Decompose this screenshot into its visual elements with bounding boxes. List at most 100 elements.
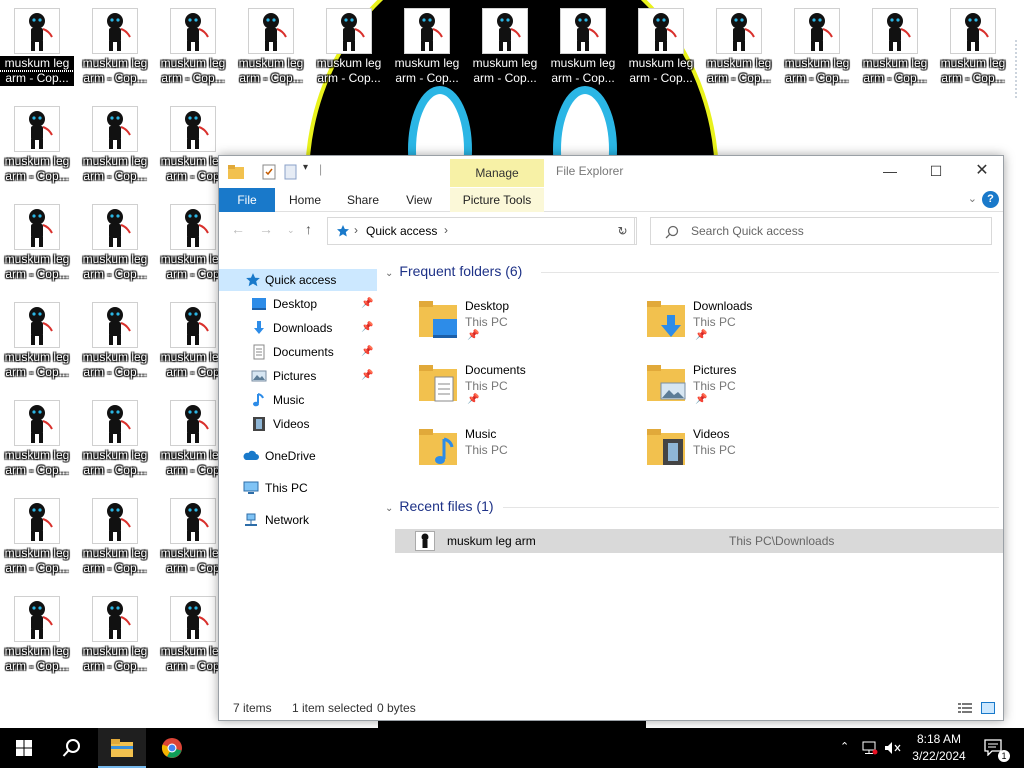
desktop-shortcut-icon[interactable]: muskum leg arm - Cop... (702, 4, 776, 96)
volume-muted-icon[interactable] (884, 741, 902, 755)
shortcut-label-line1: muskum leg (160, 56, 226, 70)
desktop-shortcut-icon[interactable]: muskum leg arm - Cop... (0, 298, 74, 390)
image-thumbnail-icon (14, 106, 60, 152)
sidebar-item-videos[interactable]: Videos (219, 413, 377, 435)
sidebar-item-music[interactable]: Music (219, 389, 377, 411)
desktop-shortcut-icon[interactable]: muskum leg arm - Cop... (468, 4, 542, 96)
desktop-shortcut-icon[interactable]: muskum leg arm - Cop... (156, 4, 230, 96)
tab-picture-tools[interactable]: Picture Tools (450, 188, 544, 212)
desktop-shortcut-icon[interactable]: muskum leg arm - Cop... (78, 200, 152, 292)
sidebar-item-documents[interactable]: Documents 📌 (219, 341, 377, 363)
taskbar-file-explorer-button[interactable] (98, 728, 146, 768)
sidebar-item-pictures[interactable]: Pictures 📌 (219, 365, 377, 387)
shortcut-label-line2: arm - Cop... (629, 71, 693, 85)
desktop-shortcut-icon[interactable]: muskum leg arm - Cop... (0, 102, 74, 194)
back-arrow-icon[interactable]: ← (231, 221, 245, 237)
shortcut-label-line2: arm - Cop... (83, 71, 147, 85)
image-thumbnail-icon (415, 531, 435, 551)
folder-tile-pictures[interactable]: Pictures This PC 📌 (645, 361, 865, 417)
folder-location: This PC (693, 315, 736, 329)
qat-separator: | (319, 162, 323, 176)
desktop-shortcut-icon[interactable]: muskum leg arm - Cop... (78, 298, 152, 390)
expand-ribbon-chevron-icon[interactable]: ⌄ (968, 192, 977, 205)
desktop-shortcut-icon[interactable]: muskum leg arm - Cop... (0, 4, 75, 96)
pin-icon: 📌 (361, 346, 374, 357)
new-folder-icon[interactable] (282, 163, 300, 181)
folder-tile-downloads[interactable]: Downloads This PC 📌 (645, 297, 865, 353)
folder-tile-documents[interactable]: Documents This PC 📌 (417, 361, 637, 417)
up-arrow-icon[interactable]: ↑ (305, 221, 312, 237)
sidebar-item-network[interactable]: Network (219, 509, 377, 531)
help-button[interactable]: ? (982, 191, 999, 208)
forward-arrow-icon[interactable]: → (259, 221, 273, 237)
recent-files-header[interactable]: ⌄ Recent files (1) (385, 498, 494, 514)
folder-icon (647, 365, 686, 401)
breadcrumb-separator-icon[interactable]: › (444, 223, 448, 237)
show-hidden-icons-chevron-icon[interactable]: ⌃ (840, 740, 849, 753)
desktop-shortcut-icon[interactable]: muskum leg arm - Cop... (0, 592, 74, 684)
tab-view[interactable]: View (397, 188, 441, 212)
large-icons-view-icon[interactable] (981, 701, 995, 715)
desktop-shortcut-icon[interactable]: muskum leg arm - Cop... (78, 4, 152, 96)
shortcut-label-line2: arm - Cop... (785, 71, 849, 85)
shortcut-label-line2: arm - Cop... (551, 71, 615, 85)
address-bar[interactable]: › Quick access › ⌄ (327, 217, 635, 245)
frequent-folders-header[interactable]: ⌄ Frequent folders (6) (385, 263, 522, 279)
close-button[interactable]: ✕ (959, 156, 1005, 186)
sidebar-item-desktop[interactable]: Desktop 📌 (219, 293, 377, 315)
desktop-shortcut-icon[interactable]: muskum leg arm - Cop... (0, 396, 74, 488)
desktop-shortcut-icon[interactable]: muskum leg arm - Cop... (0, 494, 74, 586)
sidebar-item-downloads[interactable]: Downloads 📌 (219, 317, 377, 339)
desktop-shortcut-icon[interactable]: muskum leg arm - Cop... (78, 494, 152, 586)
desktop-shortcut-icon[interactable]: muskum leg arm - Cop... (624, 4, 698, 96)
properties-icon[interactable] (260, 163, 278, 181)
sidebar-item-label: Desktop (273, 297, 318, 311)
taskbar-chrome-button[interactable] (148, 728, 196, 768)
title-bar[interactable]: ▾ | Manage File Explorer — ☐ ✕ (219, 156, 1003, 188)
address-path[interactable]: Quick access (366, 224, 437, 238)
refresh-button[interactable]: ↻ (609, 217, 637, 245)
folder-tile-desktop[interactable]: Desktop This PC 📌 (417, 297, 637, 353)
folder-icon (228, 165, 244, 179)
minimize-button[interactable]: — (867, 156, 913, 186)
tab-manage[interactable]: Manage (450, 159, 544, 187)
desktop-shortcut-icon[interactable]: muskum leg arm - Cop... (78, 102, 152, 194)
network-status-icon[interactable] (862, 741, 878, 755)
sidebar-item-onedrive[interactable]: OneDrive (219, 445, 377, 467)
desktop-shortcut-icon[interactable]: muskum leg arm - Cop... (78, 396, 152, 488)
search-input[interactable]: Search Quick access (650, 217, 992, 245)
image-thumbnail-icon (14, 596, 60, 642)
desktop-shortcut-icon[interactable]: muskum leg arm - Cop... (0, 200, 74, 292)
desktop-shortcut-icon[interactable]: muskum leg arm - Cop... (858, 4, 932, 96)
desktop-shortcut-icon[interactable]: muskum leg arm - Cop... (546, 4, 620, 96)
pin-icon: 📌 (695, 394, 708, 405)
desktop-shortcut-icon[interactable]: muskum leg arm - Cop... (234, 4, 308, 96)
details-view-icon[interactable] (958, 702, 972, 714)
desktop-shortcut-icon[interactable]: muskum leg arm - Cop... (312, 4, 386, 96)
desktop-shortcut-icon[interactable]: muskum leg arm - Cop... (936, 4, 1010, 96)
sidebar-item-this-pc[interactable]: This PC (219, 477, 377, 499)
collapse-chevron-icon[interactable]: ⌄ (385, 268, 393, 279)
search-button[interactable] (48, 728, 96, 768)
desktop-shortcut-icon[interactable]: muskum leg arm - Cop... (78, 592, 152, 684)
sidebar-item-quick-access[interactable]: Quick access (219, 269, 377, 291)
folder-tile-videos[interactable]: Videos This PC (645, 425, 865, 481)
shortcut-label-line1: muskum leg (784, 56, 850, 70)
start-button[interactable] (0, 728, 48, 768)
breadcrumb-separator-icon[interactable]: › (354, 223, 358, 237)
desktop-shortcut-icon[interactable]: muskum leg arm - Cop... (390, 4, 464, 96)
shortcut-label-line2: arm - Cop... (941, 71, 1005, 85)
shortcut-label-line2: arm - Cop... (83, 267, 147, 281)
tab-share[interactable]: Share (339, 188, 387, 212)
maximize-button[interactable]: ☐ (913, 156, 959, 186)
folder-tile-music[interactable]: Music This PC (417, 425, 637, 481)
recent-file-row[interactable]: muskum leg arm This PC\Downloads (395, 529, 1003, 553)
clock[interactable]: 8:18 AM 3/22/2024 (906, 731, 972, 765)
image-thumbnail-icon (92, 8, 138, 54)
item-count: 7 items (233, 701, 272, 715)
desktop-shortcut-icon[interactable]: muskum leg arm - Cop... (780, 4, 854, 96)
tab-home[interactable]: Home (281, 188, 329, 212)
tab-file[interactable]: File (219, 188, 275, 212)
collapse-chevron-icon[interactable]: ⌄ (385, 503, 393, 514)
recent-locations-chevron-icon[interactable]: ⌄ (287, 225, 295, 236)
